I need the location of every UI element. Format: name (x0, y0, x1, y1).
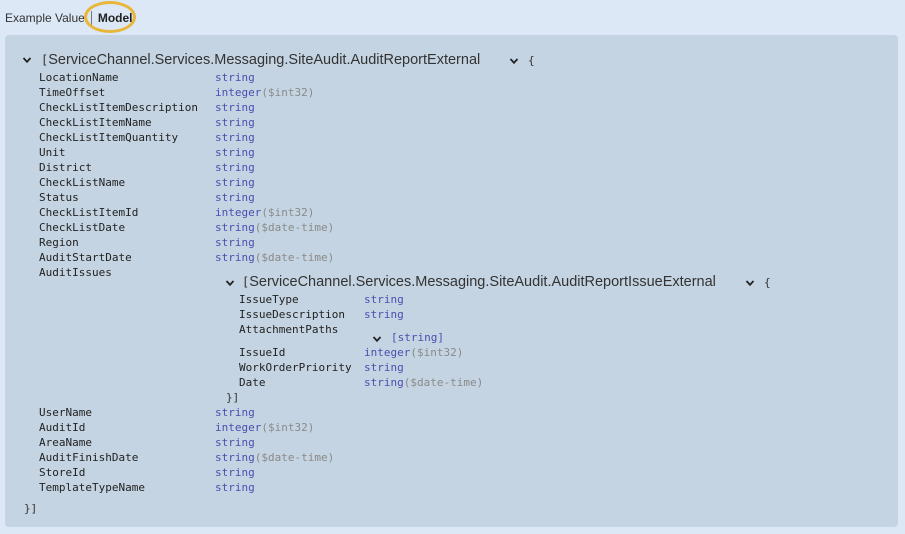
tab-example-value[interactable]: Example Value (5, 11, 85, 25)
property-name: Region (39, 236, 79, 249)
property-type: string (215, 71, 255, 85)
type-label: string (215, 131, 255, 144)
property-type: integer($int32) (215, 86, 314, 100)
property-type: string (215, 116, 255, 130)
property-name: LocationName (39, 71, 119, 84)
type-label: string (215, 161, 255, 174)
property-type: string (215, 161, 255, 175)
property-type: string($date-time) (215, 251, 334, 265)
issue-property-name: IssueDescription (239, 308, 345, 321)
type-format: ($date-time) (254, 451, 335, 464)
type-label: string (215, 101, 255, 114)
issues-model-header: [ServiceChannel.Services.Messaging.SiteA… (242, 273, 716, 291)
property-type: string (215, 191, 255, 205)
property-type: string($date-time) (215, 451, 334, 465)
property-name: District (39, 161, 92, 174)
type-label: string (215, 481, 255, 494)
property-type: string (215, 146, 255, 160)
property-name: CheckListItemName (39, 116, 152, 129)
type-label: integer (364, 346, 411, 359)
type-label: string (215, 451, 255, 464)
property-type: integer($int32) (215, 206, 314, 220)
issue-property-name: WorkOrderPriority (239, 361, 352, 374)
issue-property-type: integer($int32) (364, 346, 463, 360)
issue-property-name: Date (239, 376, 266, 389)
property-name: AuditStartDate (39, 251, 132, 264)
property-name: Status (39, 191, 79, 204)
type-label: string (364, 308, 404, 321)
type-label: integer (215, 206, 262, 219)
property-name: AreaName (39, 436, 92, 449)
property-type: string (215, 101, 255, 115)
type-label: string (215, 71, 255, 84)
type-label: string (215, 116, 255, 129)
type-format: ($date-time) (254, 221, 335, 234)
property-type: string (215, 131, 255, 145)
type-format: ($int32) (261, 421, 315, 434)
property-name: UserName (39, 406, 92, 419)
type-label: integer (215, 421, 262, 434)
attachment-paths-type: [string] (391, 331, 444, 344)
expand-model-chevron-icon[interactable] (509, 56, 519, 66)
property-type: string (215, 236, 255, 250)
type-format: ($date-time) (254, 251, 335, 264)
type-label: string (364, 376, 404, 389)
model-close: }] (24, 502, 38, 515)
attachment-paths-chevron-icon[interactable] (372, 334, 382, 344)
type-label: string (364, 293, 404, 306)
property-type: string (215, 481, 255, 495)
type-format: ($int32) (410, 346, 464, 359)
type-label: string (215, 466, 255, 479)
expand-issues-chevron-icon[interactable] (745, 278, 755, 288)
issue-property-type: string (364, 361, 404, 375)
issue-property-name: IssueType (239, 293, 299, 306)
property-name: TemplateTypeName (39, 481, 145, 494)
property-name: AuditIssues (39, 266, 112, 279)
property-type: string (215, 436, 255, 450)
issue-property-type: string (364, 293, 404, 307)
model-title[interactable]: ServiceChannel.Services.Messaging.SiteAu… (48, 52, 480, 68)
type-format: ($date-time) (403, 376, 484, 389)
property-type: string (215, 176, 255, 190)
type-label: string (215, 191, 255, 204)
property-name: CheckListDate (39, 221, 126, 234)
model-header: [ServiceChannel.Services.Messaging.SiteA… (41, 51, 480, 69)
property-name: CheckListName (39, 176, 126, 189)
highlight-circle (84, 1, 136, 33)
collapse-issues-chevron-icon[interactable] (225, 278, 235, 288)
collapse-model-chevron-icon[interactable] (22, 55, 32, 65)
property-name: AuditFinishDate (39, 451, 139, 464)
type-label: integer (215, 86, 262, 99)
property-type: integer($int32) (215, 421, 314, 435)
type-label: string (215, 236, 255, 249)
property-name: CheckListItemQuantity (39, 131, 179, 144)
property-name: AuditId (39, 421, 86, 434)
issues-open-brace: { (764, 276, 771, 289)
type-label: string (215, 436, 255, 449)
property-name: CheckListItemDescription (39, 101, 198, 114)
open-brace: { (528, 54, 535, 67)
type-label: string (215, 176, 255, 189)
property-name: Unit (39, 146, 66, 159)
type-label: string (215, 221, 255, 234)
property-type: string (215, 466, 255, 480)
property-name: StoreId (39, 466, 86, 479)
issue-property-type: string (364, 308, 404, 322)
type-format: ($int32) (261, 206, 315, 219)
type-format: ($int32) (261, 86, 315, 99)
issue-property-name: IssueId (239, 346, 286, 359)
type-label: string (215, 146, 255, 159)
type-label: string (364, 361, 404, 374)
property-type: string (215, 406, 255, 420)
issue-property-name: AttachmentPaths (239, 323, 339, 336)
issues-model-title[interactable]: ServiceChannel.Services.Messaging.SiteAu… (249, 274, 716, 290)
property-type: string($date-time) (215, 221, 334, 235)
issues-close: }] (226, 391, 240, 404)
property-name: CheckListItemId (39, 206, 139, 219)
issue-property-type: string($date-time) (364, 376, 483, 390)
type-label: string (215, 251, 255, 264)
type-label: string (215, 406, 255, 419)
property-name: TimeOffset (39, 86, 106, 99)
